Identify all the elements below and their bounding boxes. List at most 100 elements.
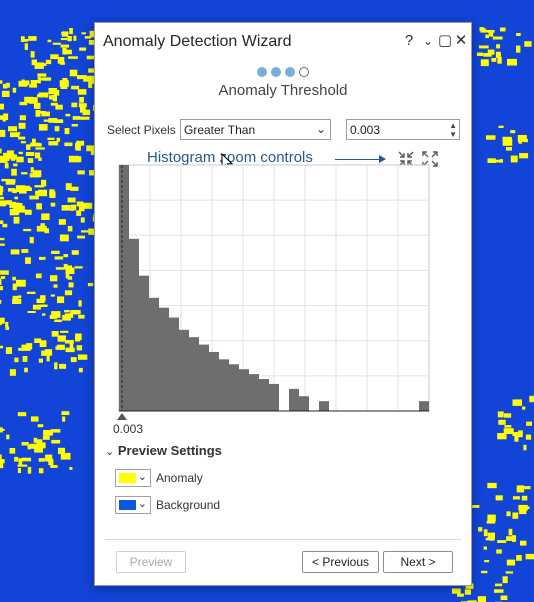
anomaly-speckle [49,95,53,100]
anomaly-speckle [492,36,503,40]
anomaly-speckle [58,219,66,225]
anomaly-speckle [35,190,45,196]
close-icon: ✕ [454,32,468,49]
anomaly-speckle [526,421,532,426]
anomaly-speckle [451,588,461,594]
threshold-handle-icon[interactable] [117,413,127,420]
histogram-bar [169,317,179,411]
anomaly-color-picker[interactable]: ⌄ [115,469,151,487]
histogram-bar [289,388,299,411]
histogram-bar [259,379,269,411]
anomaly-speckle [48,141,59,146]
anomaly-speckle [81,32,86,35]
histogram-bar [299,396,309,411]
threshold-input[interactable]: 0.003 ▲ ▼ [346,119,460,140]
anomaly-speckle [14,196,18,200]
anomaly-speckle [496,549,502,554]
spin-up-icon[interactable]: ▲ [449,121,457,130]
anomaly-speckle [58,447,65,455]
anomaly-speckle [62,78,68,84]
histogram-bar [419,401,429,411]
anomaly-speckle [0,299,2,304]
anomaly-speckle [50,54,59,60]
anomaly-speckle [519,153,529,159]
anomaly-speckle [70,205,74,211]
anomaly-speckle [25,152,35,156]
anomaly-speckle [10,132,20,138]
close-button[interactable]: ✕ [453,32,469,50]
step-dot [271,67,281,77]
anomaly-speckle [2,83,8,89]
anomaly-speckle [27,311,36,313]
anomaly-speckle [56,137,61,142]
chevron-down-icon: ⌄ [105,446,115,458]
anomaly-speckle [494,589,504,593]
chevron-down-icon: ⌄ [137,498,147,510]
anomaly-speckle [76,156,82,163]
anomaly-speckle [54,256,64,260]
operator-select[interactable]: Greater Than ⌄ [180,119,331,140]
anomaly-speckle [476,52,484,56]
anomaly-speckle [38,468,44,474]
anomaly-speckle [53,284,58,288]
anomaly-speckle [82,109,91,115]
anomaly-speckle [11,168,17,176]
anomaly-speckle [10,249,20,255]
anomaly-speckle [64,142,73,147]
histogram-bar [149,297,159,411]
anomaly-speckle [68,56,78,59]
anomaly-speckle [57,335,66,342]
anomaly-speckle [27,158,34,163]
previous-button[interactable]: < Previous [302,551,379,573]
anomaly-speckle [8,126,17,132]
anomaly-speckle [31,59,37,66]
anomaly-speckle [38,358,43,363]
anomaly-speckle [510,130,516,134]
anomaly-speckle [7,150,14,158]
anomaly-speckle [522,406,526,410]
anomaly-speckle [485,34,489,39]
anomaly-speckle [50,465,58,468]
anomaly-speckle [19,115,26,121]
anomaly-speckle [18,347,24,351]
anomaly-speckle [0,200,7,207]
anomaly-speckle [79,97,84,103]
histogram-bar [199,344,209,411]
spin-down-icon[interactable]: ▼ [449,130,457,139]
anomaly-speckle [50,202,56,207]
step-dot [285,67,295,77]
background-color-picker[interactable]: ⌄ [115,496,151,514]
anomaly-speckle [80,217,85,223]
anomaly-speckle [69,342,74,349]
anomaly-speckle [12,276,16,281]
anomaly-speckle [505,571,513,574]
anomaly-speckle [478,45,489,49]
maximize-button[interactable]: ▢ [437,32,453,50]
anomaly-speckle [0,80,3,84]
anomaly-speckle [0,276,6,279]
anomaly-speckle [38,92,49,98]
anomaly-speckle [42,313,46,316]
help-button[interactable]: ? [401,32,417,50]
preview-settings-toggle[interactable]: ⌄ Preview Settings [105,443,222,458]
anomaly-speckle [518,138,523,144]
chevron-down-icon: ⌄ [137,471,147,483]
histogram-chart[interactable] [113,161,433,423]
anomaly-speckle [525,553,534,560]
anomaly-speckle [2,223,8,228]
histogram-bar [159,307,169,411]
anomaly-speckle [60,38,70,41]
anomaly-speckle [4,163,9,169]
anomaly-speckle [480,28,486,33]
anomaly-speckle [498,419,506,425]
preview-button[interactable]: Preview [116,551,186,573]
options-menu-button[interactable]: ⌄ [420,32,436,50]
anomaly-speckle [24,209,32,215]
histogram-bar [319,401,329,411]
next-button[interactable]: Next > [383,551,453,573]
anomaly-speckle [27,444,31,450]
anomaly-speckle [44,349,53,356]
histogram-bar [269,383,279,411]
anomaly-speckle [510,155,518,163]
anomaly-speckle [508,528,513,536]
